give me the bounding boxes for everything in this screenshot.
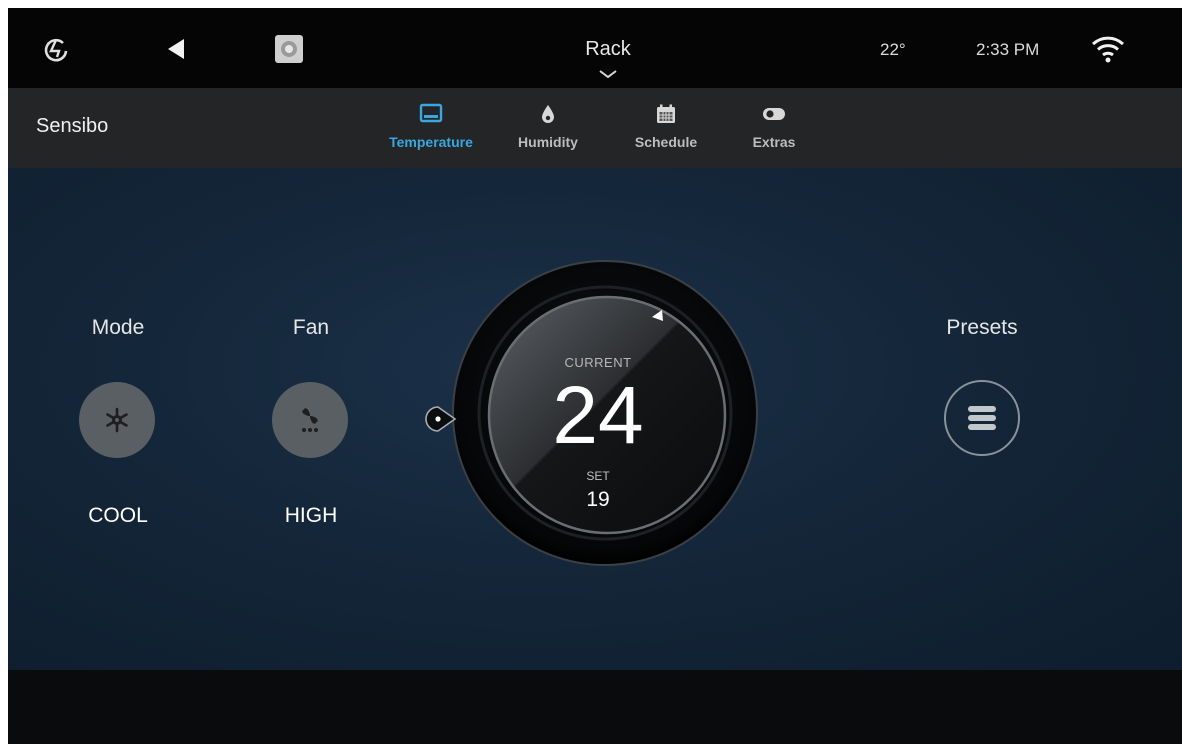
- mode-button[interactable]: [79, 382, 155, 458]
- tab-schedule[interactable]: Schedule: [611, 100, 721, 160]
- device-header: Sensibo Temperature Humidity Schedule Ex…: [8, 88, 1182, 168]
- droplet-icon: [493, 100, 603, 128]
- presets-button[interactable]: [944, 380, 1020, 456]
- fan-icon: [302, 408, 318, 432]
- page-title: Rack: [585, 38, 631, 60]
- status-bar: Rack 22° 2:33 PM: [8, 8, 1182, 88]
- mode-value: COOL: [88, 504, 148, 527]
- fan-value: HIGH: [284, 504, 338, 527]
- tab-label: Humidity: [518, 134, 578, 150]
- device-thumbnail-icon[interactable]: [271, 31, 307, 67]
- back-arrow-icon[interactable]: [158, 31, 194, 67]
- chevron-down-icon: [599, 70, 617, 79]
- tab-temperature[interactable]: Temperature: [376, 100, 486, 160]
- menu-lines-icon: [968, 406, 996, 430]
- device-name: Sensibo: [36, 115, 109, 137]
- tab-label: Extras: [752, 134, 796, 150]
- app-window: Rack 22° 2:33 PM Sensibo Temperature Hum…: [8, 8, 1182, 744]
- outside-temperature: 22°: [880, 40, 906, 59]
- wifi-icon: [1090, 31, 1126, 67]
- mode-label: Mode: [91, 316, 145, 339]
- snowflake-icon: [106, 407, 128, 433]
- bottom-bar: [8, 670, 1182, 744]
- tab-extras[interactable]: Extras: [719, 100, 829, 160]
- tab-label: Schedule: [634, 134, 698, 150]
- thermometer-screen-icon: [376, 100, 486, 128]
- tab-humidity[interactable]: Humidity: [493, 100, 603, 160]
- calendar-icon: [611, 100, 721, 128]
- room-selector[interactable]: Rack: [548, 38, 668, 79]
- fan-button[interactable]: [272, 382, 348, 458]
- presets-label: Presets: [946, 316, 1018, 339]
- fan-label: Fan: [292, 316, 330, 339]
- set-label: SET: [586, 469, 610, 483]
- temperature-panel: Mode COOL Fan HIGH CURRENT 24 SET 19 Pre…: [8, 168, 1182, 670]
- current-label: CURRENT: [564, 355, 632, 370]
- toggle-icon: [719, 100, 829, 128]
- clock: 2:33 PM: [976, 40, 1040, 59]
- set-temperature: 19: [586, 488, 610, 511]
- thermostat-dial[interactable]: CURRENT 24 SET 19: [425, 260, 764, 566]
- tab-label: Temperature: [389, 134, 473, 150]
- current-temperature: 24: [552, 370, 644, 461]
- home-logo-icon[interactable]: [38, 31, 74, 67]
